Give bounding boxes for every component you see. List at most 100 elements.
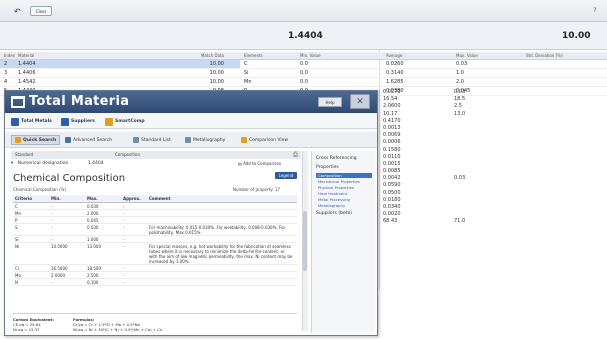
search-tabs: Quick Search Advanced Search Standard Li… <box>5 132 377 148</box>
composition-row: Mn - 2.000 - <box>13 210 297 217</box>
smartcomp-icon <box>105 117 113 126</box>
add-comparison-icon: ▤ <box>238 161 242 166</box>
col-approx-header: Approx. <box>123 196 141 201</box>
undo-icon[interactable]: ↶ <box>14 7 26 16</box>
breadcrumb: Standard Composition <box>11 151 301 159</box>
composition-approx: - <box>123 218 125 223</box>
add-to-comparison-button[interactable]: ▤ Add to Comparison <box>238 161 281 166</box>
help-icon[interactable]: ? <box>590 7 600 17</box>
average-value: 0.0500 <box>383 189 401 196</box>
table-row[interactable]: Mn 0.0 1.6285 2.0 <box>240 78 607 87</box>
nav-total-metals[interactable]: Total Metals <box>11 117 52 126</box>
composition-min: - <box>51 218 53 223</box>
col-material-header[interactable]: Material <box>14 53 144 58</box>
tm-help-button[interactable]: Help <box>318 97 342 107</box>
tab-metallography[interactable]: Metallography <box>185 135 225 145</box>
composition-max: 0.100 <box>87 280 99 285</box>
composition-crit: N <box>15 280 18 285</box>
composition-row: Ni 10.0000 13.000 - For special reasons, e.g… <box>13 243 297 265</box>
collapse-icon[interactable]: ▾ <box>11 161 13 166</box>
sidebar-item-composition[interactable]: Composition <box>316 173 372 178</box>
total-materia-logo-text: Total Materia <box>29 94 130 109</box>
result-header: 1.4404 10.00 <box>0 22 607 50</box>
row-element: Si <box>244 70 249 76</box>
advanced-search-icon <box>65 137 71 143</box>
col-max-header[interactable]: Max. Value <box>452 53 522 58</box>
legend-button[interactable]: Legend <box>275 172 297 179</box>
composition-min: - <box>51 237 53 242</box>
designation-value: 1.4404 <box>87 161 104 166</box>
table-row[interactable]: 3 1.4406 10.00 <box>0 69 240 78</box>
close-icon[interactable]: ✕ <box>350 94 370 109</box>
designation-label: Numerical designation <box>17 161 69 166</box>
max-value: 18.5 <box>454 96 466 103</box>
col-average-header[interactable]: Average <box>382 53 452 58</box>
col-comment-header: Comment <box>149 196 171 201</box>
composition-comment: For special reasons, e.g. hot workabilit… <box>149 244 293 264</box>
tab-comparison-view[interactable]: Comparison View <box>241 135 288 145</box>
max-value: 2.5 <box>454 103 462 110</box>
sidebar-item-cross-referencing[interactable]: Cross Referencing <box>316 156 357 161</box>
clear-button[interactable]: Clear <box>30 6 52 16</box>
sidebar-item-physical[interactable]: Physical Properties <box>316 185 372 190</box>
row-match: 10.00 <box>209 70 224 76</box>
composition-max: 1.000 <box>87 237 99 242</box>
table-row[interactable]: C 0.0 0.0260 0.03 <box>240 60 607 69</box>
row-material: 1.4406 <box>18 70 36 76</box>
sidebar-item-heat-treatment[interactable]: Heat treatment <box>316 191 372 196</box>
average-value: 0.0013 <box>383 124 401 131</box>
sidebar-item-mechanical[interactable]: Mechanical Properties <box>316 179 372 184</box>
max-value <box>454 168 494 175</box>
col-min-header[interactable]: Min. Value <box>296 53 382 58</box>
composition-row: Mo 2.0000 2.500 - <box>13 272 297 279</box>
composition-table-header: Criteria Min. Max. Approx. Comment <box>13 195 297 203</box>
total-metals-icon <box>11 117 19 126</box>
composition-comment: For machinability: 0.015-0.030%. For wel… <box>149 225 286 235</box>
sidebar-item-properties[interactable]: Properties <box>316 165 339 170</box>
row-match: 10.00 <box>209 79 224 85</box>
results-table-header: Index Material Match Data <box>0 52 240 60</box>
nav-smartcomp[interactable]: SmartComp <box>105 117 145 126</box>
col-match-header[interactable]: Match Data <box>144 53 234 58</box>
table-row[interactable]: 4 1.4542 10.00 <box>0 78 240 87</box>
breadcrumb-composition[interactable]: Composition <box>115 152 140 157</box>
composition-max: 0.030 <box>87 225 99 230</box>
breadcrumb-standard[interactable]: Standard <box>15 152 33 157</box>
composition-approx: - <box>123 273 125 278</box>
table-row[interactable]: Si 0.0 0.3140 1.0 <box>240 69 607 78</box>
row-index: 3 <box>4 70 8 76</box>
add-comparison-label: Add to Comparison <box>243 161 282 166</box>
print-icon[interactable]: ⎙ <box>293 151 301 159</box>
col-min-header: Min. <box>51 196 61 201</box>
col-index-header[interactable]: Index <box>0 53 15 58</box>
composition-max: 2.000 <box>87 211 99 216</box>
max-value <box>454 204 494 211</box>
composition-approx: - <box>123 204 125 209</box>
col-max-header: Max. <box>87 196 98 201</box>
col-elements-header[interactable]: Elements <box>240 53 296 58</box>
tab-advanced-search[interactable]: Advanced Search <box>65 135 112 145</box>
sidebar-item-metal-processing[interactable]: Metal Processing <box>316 197 372 202</box>
col-stddev-header[interactable]: Std. Deviation [%] <box>522 53 607 58</box>
table-row[interactable]: 2 1.4404 10.00 <box>0 60 240 69</box>
max-value <box>454 118 494 125</box>
row-element: Mn <box>244 79 252 85</box>
average-value: 0.0180 <box>383 196 401 203</box>
tab-quick-search[interactable]: Quick Search <box>11 135 61 145</box>
sidebar-item-metallography[interactable]: Metallography <box>316 203 372 208</box>
sidebar-item-suppliers[interactable]: Suppliers (beta) <box>316 211 352 216</box>
tab-standard-list[interactable]: Standard List <box>133 135 171 145</box>
tm-nav: Total Metals Suppliers SmartComp <box>5 113 377 129</box>
max-value <box>454 182 494 189</box>
average-value: 0.0020 <box>383 211 401 218</box>
composition-approx: - <box>123 237 125 242</box>
composition-max: 2.500 <box>87 273 99 278</box>
scrollbar-thumb[interactable] <box>303 211 307 271</box>
row-max: 1.0 <box>456 70 464 76</box>
row-average: 1.6285 <box>386 79 404 85</box>
nav-suppliers[interactable]: Suppliers <box>61 117 95 126</box>
tab-label: Metallography <box>193 137 226 143</box>
metallography-icon <box>185 137 191 143</box>
max-value-column: 0.03 18.5 2.5 13.0 0.03 71.0 <box>454 89 494 226</box>
max-value <box>454 147 494 154</box>
